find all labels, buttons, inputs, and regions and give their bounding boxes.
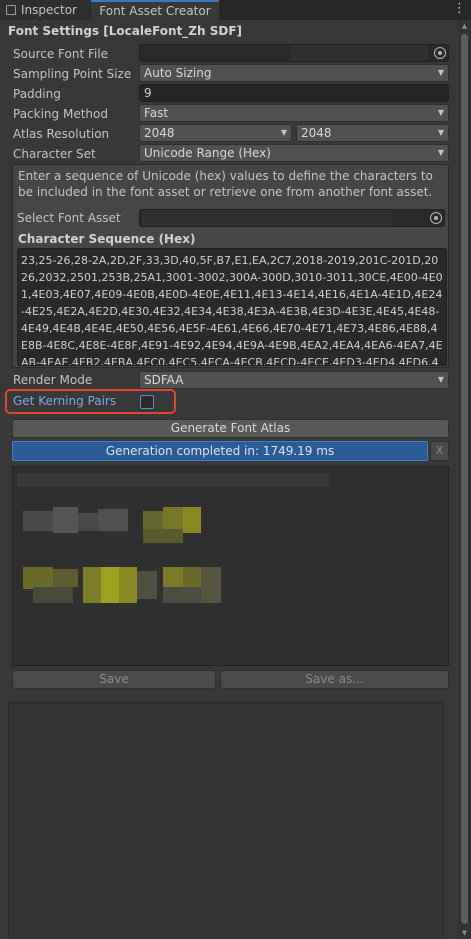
- glyph-block: [201, 567, 221, 603]
- chevron-down-icon: ▼: [437, 108, 444, 117]
- atlas-height-dropdown[interactable]: 2048 ▼: [296, 124, 449, 142]
- blurred-region: [142, 210, 392, 226]
- glyph-block: [83, 567, 101, 603]
- glyph-block: [78, 513, 98, 531]
- scroll-thumb[interactable]: [461, 34, 468, 924]
- chevron-down-icon: ▼: [280, 128, 287, 137]
- select-font-asset-field[interactable]: [139, 209, 445, 227]
- save-button[interactable]: Save: [12, 670, 216, 689]
- glyph-block: [137, 571, 157, 599]
- glyph-block: [101, 567, 119, 603]
- packing-method-dropdown[interactable]: Fast ▼: [139, 104, 449, 122]
- glyph-block: [53, 569, 78, 587]
- tab-font-asset-creator-label: Font Asset Creator: [99, 4, 211, 18]
- packing-method-label: Packing Method: [13, 107, 108, 121]
- glyph-block: [183, 567, 201, 587]
- glyph-block: [163, 587, 201, 603]
- atlas-width-dropdown[interactable]: 2048 ▼: [139, 124, 292, 142]
- source-font-file-field[interactable]: [139, 44, 449, 62]
- character-set-value: Unicode Range (Hex): [144, 146, 271, 160]
- blurred-region: [17, 473, 329, 487]
- render-mode-dropdown[interactable]: SDFAA ▼: [139, 371, 449, 389]
- object-picker-icon[interactable]: [434, 47, 446, 59]
- unicode-help-box: Enter a sequence of Unicode (hex) values…: [12, 164, 449, 368]
- glyph-block: [23, 511, 53, 531]
- render-mode-label: Render Mode: [13, 373, 93, 387]
- scroll-up-icon[interactable]: ▲: [458, 20, 471, 32]
- glyph-block: [183, 507, 201, 533]
- tab-font-asset-creator[interactable]: Font Asset Creator: [91, 0, 219, 20]
- tab-inspector-label: Inspector: [21, 3, 77, 17]
- padding-label: Padding: [13, 87, 61, 101]
- scroll-down-icon[interactable]: ▼: [458, 927, 471, 939]
- glyph-block: [33, 587, 73, 603]
- character-sequence-textarea[interactable]: 23,25-26,28-2A,2D,2F,33,3D,40,5F,B7,E1,E…: [17, 248, 447, 366]
- blurred-region: [290, 45, 428, 61]
- sampling-point-size-dropdown[interactable]: Auto Sizing ▼: [139, 64, 449, 82]
- close-progress-button[interactable]: X: [430, 441, 449, 461]
- kebab-menu-icon[interactable]: ⋮: [453, 1, 466, 16]
- character-set-label: Character Set: [13, 147, 96, 161]
- chevron-down-icon: ▼: [437, 128, 444, 137]
- tab-bar: Inspector Font Asset Creator ⋮: [0, 0, 471, 20]
- source-font-file-label: Source Font File: [13, 47, 109, 61]
- render-mode-value: SDFAA: [144, 373, 184, 387]
- generate-font-atlas-button[interactable]: Generate Font Atlas: [12, 419, 449, 438]
- character-sequence-header: Character Sequence (Hex): [18, 232, 196, 246]
- atlas-preview: [12, 466, 449, 666]
- padding-field[interactable]: 9: [139, 84, 449, 102]
- vertical-scrollbar[interactable]: ▲ ▼: [458, 20, 471, 939]
- atlas-width-value: 2048: [144, 126, 175, 140]
- output-panel: [8, 702, 444, 939]
- get-kerning-pairs-label: Get Kerning Pairs: [13, 394, 117, 408]
- inspector-icon: [6, 5, 16, 15]
- sampling-point-size-value: Auto Sizing: [144, 66, 212, 80]
- atlas-resolution-label: Atlas Resolution: [13, 127, 110, 141]
- glyph-block: [53, 507, 78, 533]
- chevron-down-icon: ▼: [437, 148, 444, 157]
- chevron-down-icon: ▼: [437, 375, 444, 384]
- glyph-block: [143, 511, 163, 529]
- save-as-button[interactable]: Save as...: [220, 670, 449, 689]
- glyph-block: [143, 529, 183, 543]
- font-asset-creator-panel: Font Settings [LocaleFont_Zh SDF] Source…: [0, 20, 458, 939]
- get-kerning-pairs-checkbox[interactable]: [140, 395, 154, 409]
- generation-progress-bar: Generation completed in: 1749.19 ms: [12, 441, 428, 461]
- glyph-block: [119, 567, 137, 603]
- object-picker-icon[interactable]: [430, 212, 442, 224]
- sampling-point-size-label: Sampling Point Size: [13, 67, 132, 81]
- atlas-height-value: 2048: [301, 126, 332, 140]
- glyph-block: [163, 567, 183, 587]
- select-font-asset-label: Select Font Asset: [17, 211, 121, 225]
- generation-progress-text: Generation completed in: 1749.19 ms: [105, 444, 335, 458]
- unicode-help-text: Enter a sequence of Unicode (hex) values…: [18, 169, 433, 199]
- tab-inspector[interactable]: Inspector: [0, 0, 90, 20]
- padding-value: 9: [144, 86, 152, 100]
- glyph-block: [23, 567, 53, 589]
- section-header: Font Settings [LocaleFont_Zh SDF]: [8, 24, 243, 38]
- character-set-dropdown[interactable]: Unicode Range (Hex) ▼: [139, 144, 449, 162]
- glyph-block: [98, 509, 128, 531]
- packing-method-value: Fast: [144, 106, 169, 120]
- chevron-down-icon: ▼: [437, 68, 444, 77]
